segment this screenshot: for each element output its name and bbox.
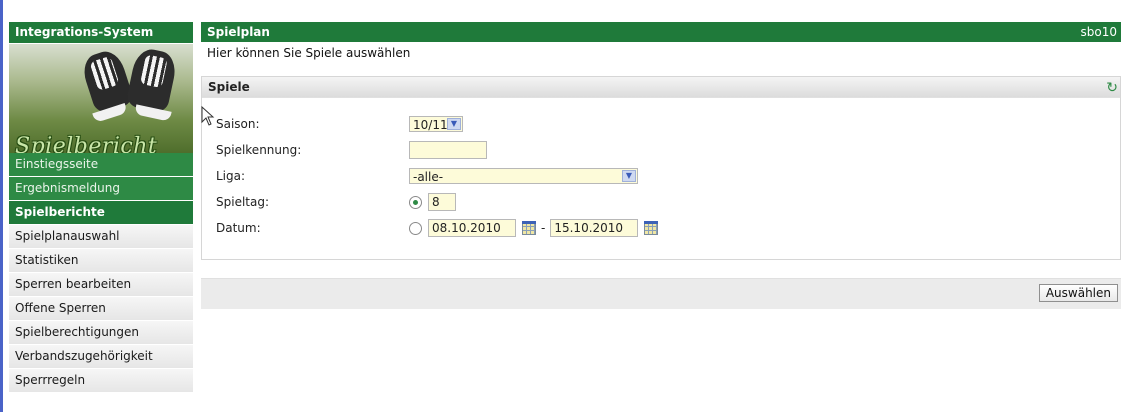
datum-radio[interactable] bbox=[409, 221, 422, 235]
sidebar-item-spielberichte[interactable]: Spielberichte bbox=[9, 201, 193, 225]
action-bar: Auswählen bbox=[201, 278, 1121, 309]
liga-label: Liga: bbox=[216, 169, 246, 183]
chevron-down-icon: ▼ bbox=[447, 118, 461, 130]
calendar-icon[interactable] bbox=[522, 221, 536, 235]
spieltag-label: Spieltag: bbox=[216, 195, 270, 209]
date-separator: - bbox=[541, 221, 546, 235]
saison-select[interactable]: 10/11 ▼ bbox=[409, 116, 463, 132]
spieltag-input[interactable]: 8 bbox=[428, 193, 456, 211]
banner-logo-text: Spielbericht bbox=[15, 134, 158, 153]
panel-title: Spiele ↻ bbox=[202, 77, 1120, 98]
mouse-cursor-icon bbox=[201, 105, 215, 126]
spiele-panel: Spiele ↻ Saison: 10/11 ▼ Spielkennung: L… bbox=[201, 76, 1121, 260]
calendar-icon[interactable] bbox=[644, 221, 659, 235]
sidebar-item-spielplanauswahl[interactable]: Spielplanauswahl bbox=[9, 225, 193, 249]
page-subtitle: Hier können Sie Spiele auswählen bbox=[207, 46, 411, 60]
datum-to-input[interactable]: 15.10.2010 bbox=[550, 219, 639, 237]
sidebar-header: Integrations-System bbox=[9, 22, 193, 44]
saison-label: Saison: bbox=[216, 117, 260, 131]
sidebar-banner-image: Spielbericht bbox=[9, 44, 193, 153]
datum-from-input[interactable]: 08.10.2010 bbox=[428, 219, 516, 237]
sidebar-item-spielberechtigungen[interactable]: Spielberechtigungen bbox=[9, 321, 193, 345]
sidebar: Integrations-System Spielbericht Einstie… bbox=[9, 22, 193, 393]
chevron-down-icon: ▼ bbox=[622, 170, 636, 182]
refresh-icon[interactable]: ↻ bbox=[1106, 78, 1118, 98]
window-edge bbox=[0, 0, 3, 412]
liga-select[interactable]: -alle- ▼ bbox=[409, 168, 638, 184]
sidebar-item-einstiegsseite[interactable]: Einstiegsseite bbox=[9, 153, 193, 177]
spielkennung-input[interactable] bbox=[409, 141, 487, 159]
spieltag-radio[interactable] bbox=[409, 195, 422, 209]
sidebar-item-sperren-bearbeiten[interactable]: Sperren bearbeiten bbox=[9, 273, 193, 297]
datum-label: Datum: bbox=[216, 221, 261, 235]
football-boot-left bbox=[79, 47, 135, 115]
sidebar-item-ergebnismeldung[interactable]: Ergebnismeldung bbox=[9, 177, 193, 201]
football-boot-right bbox=[125, 46, 179, 114]
panel-title-text: Spiele bbox=[208, 80, 250, 94]
page-header: Spielplan sbo10 bbox=[201, 22, 1121, 42]
sidebar-item-statistiken[interactable]: Statistiken bbox=[9, 249, 193, 273]
sidebar-item-offene-sperren[interactable]: Offene Sperren bbox=[9, 297, 193, 321]
auswaehlen-button[interactable]: Auswählen bbox=[1038, 284, 1118, 302]
main-content: Spielplan sbo10 Hier können Sie Spiele a… bbox=[201, 22, 1121, 309]
sidebar-menu: Einstiegsseite Ergebnismeldung Spielberich… bbox=[9, 153, 193, 393]
sidebar-item-sperrregeln[interactable]: Sperrregeln bbox=[9, 369, 193, 393]
sidebar-item-verbandszugehörigkeit[interactable]: Verbandszugehörigkeit bbox=[9, 345, 193, 369]
spielkennung-label: Spielkennung: bbox=[216, 143, 302, 157]
user-name: sbo10 bbox=[1080, 25, 1117, 39]
page-title: Spielplan bbox=[207, 25, 270, 39]
